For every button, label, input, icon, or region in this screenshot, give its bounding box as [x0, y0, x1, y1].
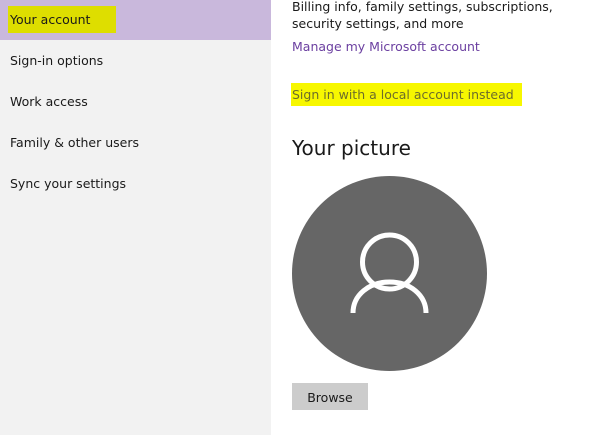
- sidebar-item-label: Family & other users: [10, 135, 139, 150]
- billing-description: Billing info, family settings, subscript…: [292, 0, 553, 31]
- sidebar-item-family-other-users[interactable]: Family & other users: [0, 123, 271, 163]
- local-account-link-wrapper[interactable]: Sign in with a local account instead: [291, 83, 522, 106]
- sign-in-local-account-link[interactable]: Sign in with a local account instead: [291, 83, 522, 106]
- sidebar-item-label: Work access: [10, 94, 88, 109]
- sidebar: Your account Sign-in options Work access…: [0, 0, 271, 435]
- main-content: Billing info, family settings, subscript…: [271, 0, 604, 435]
- browse-button[interactable]: Browse: [292, 383, 368, 410]
- sidebar-item-label: Sync your settings: [10, 176, 127, 191]
- avatar: [292, 176, 487, 371]
- your-picture-heading: Your picture: [292, 136, 411, 160]
- sidebar-item-sync-settings[interactable]: Sync your settings: [0, 164, 271, 204]
- sidebar-item-label: Sign-in options: [10, 53, 104, 68]
- sidebar-item-work-access[interactable]: Work access: [0, 82, 271, 122]
- user-silhouette-icon: [350, 232, 429, 314]
- sidebar-item-your-account[interactable]: Your account: [0, 0, 271, 40]
- settings-window: Your account Sign-in options Work access…: [0, 0, 604, 435]
- manage-microsoft-account-link[interactable]: Manage my Microsoft account: [292, 38, 480, 55]
- sidebar-item-label: Your account: [8, 6, 117, 33]
- sidebar-item-sign-in-options[interactable]: Sign-in options: [0, 41, 271, 81]
